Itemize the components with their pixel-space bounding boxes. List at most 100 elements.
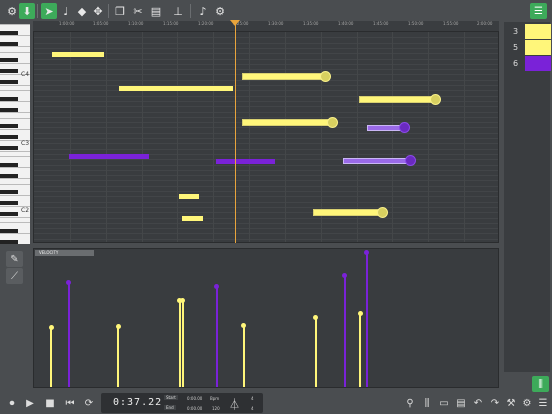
record-arrow-icon[interactable]: ⬇ — [19, 3, 35, 19]
tools-icon[interactable]: ⚒ — [503, 395, 519, 411]
black-key[interactable] — [0, 146, 18, 150]
velocity-handle[interactable] — [342, 273, 347, 278]
velocity-bar[interactable] — [366, 252, 368, 387]
velocity-handle[interactable] — [241, 323, 246, 328]
copy-icon[interactable]: ❐ — [112, 3, 128, 19]
midi-note[interactable] — [179, 194, 199, 199]
black-key[interactable] — [0, 96, 18, 101]
black-key[interactable] — [0, 239, 18, 244]
play-icon[interactable]: ▶ — [22, 395, 38, 411]
undo-icon[interactable]: ↶ — [470, 395, 486, 411]
midi-note[interactable] — [216, 159, 275, 164]
track-item[interactable]: 6 — [507, 56, 551, 71]
velocity-bar[interactable] — [182, 300, 184, 387]
record-icon[interactable]: ⏺ — [4, 395, 20, 411]
black-key[interactable] — [0, 228, 18, 233]
stop-icon[interactable]: ■ — [42, 395, 58, 411]
time-display[interactable]: 0:37.22 Start End 0:00.00 0:00.00 Bpm 12… — [101, 393, 263, 413]
velocity-bar[interactable] — [216, 287, 218, 387]
track-color-swatch[interactable] — [525, 56, 551, 71]
velocity-bar[interactable] — [179, 300, 181, 387]
menu-icon[interactable]: ☰ — [535, 395, 551, 411]
velocity-handle[interactable] — [214, 284, 219, 289]
time-signature-top[interactable]: 4 — [251, 396, 254, 401]
black-key[interactable] — [0, 212, 18, 216]
menu-icon[interactable]: ☰ — [530, 3, 547, 19]
black-key[interactable] — [0, 80, 18, 84]
velocity-handle[interactable] — [313, 315, 318, 320]
midi-note[interactable] — [119, 86, 233, 91]
quantize-icon[interactable]: ⊥ — [170, 3, 186, 19]
velocity-handle[interactable] — [49, 325, 54, 330]
velocity-bar[interactable] — [359, 313, 361, 387]
document-icon[interactable]: ▤ — [453, 395, 469, 411]
time-signature-bottom[interactable]: 4 — [251, 406, 254, 411]
mixer-icon[interactable]: ⫼ — [532, 376, 549, 392]
note-settings-icon[interactable]: ♪ — [195, 3, 211, 19]
black-key[interactable] — [0, 30, 18, 35]
midi-note-selected[interactable] — [343, 158, 411, 164]
black-key[interactable] — [0, 58, 18, 62]
playhead[interactable] — [235, 23, 236, 243]
track-item[interactable]: 3 — [507, 24, 551, 39]
velocity-lane[interactable]: VELOCITY — [33, 248, 499, 388]
track-item[interactable]: 5 — [507, 40, 551, 55]
note-resize-handle[interactable] — [327, 117, 338, 128]
eraser-icon[interactable]: ◆ — [74, 3, 90, 19]
track-color-swatch[interactable] — [525, 40, 551, 55]
black-key[interactable] — [0, 107, 18, 112]
velocity-bar[interactable] — [243, 325, 245, 387]
note-tool-icon[interactable]: ♩ — [58, 3, 74, 19]
keyboard-icon[interactable]: ▭ — [436, 395, 452, 411]
note-resize-handle[interactable] — [399, 122, 410, 133]
piano-roll-grid[interactable] — [33, 31, 499, 243]
piano-keyboard[interactable]: C4 C3 C2 — [0, 24, 30, 244]
tuner-icon[interactable]: ⚲ — [402, 395, 418, 411]
note-resize-handle[interactable] — [377, 207, 388, 218]
midi-note-selected[interactable] — [360, 97, 434, 102]
midi-note-selected[interactable] — [314, 210, 382, 215]
black-key[interactable] — [0, 173, 18, 178]
note-resize-handle[interactable] — [430, 94, 441, 105]
select-tool-icon[interactable]: ➤ — [41, 3, 57, 19]
velocity-bar[interactable] — [50, 327, 52, 387]
rewind-icon[interactable]: ⏮ — [62, 395, 78, 411]
velocity-bar[interactable] — [117, 326, 119, 387]
black-key[interactable] — [0, 201, 18, 205]
playhead-marker-icon[interactable] — [230, 20, 240, 26]
black-key[interactable] — [0, 124, 18, 128]
gear-icon[interactable]: ⚙ — [212, 3, 228, 19]
cut-icon[interactable]: ✂ — [130, 3, 146, 19]
velocity-draw-icon[interactable]: ✎ — [6, 251, 23, 267]
velocity-handle[interactable] — [116, 324, 121, 329]
midi-note-selected[interactable] — [243, 74, 325, 79]
midi-note[interactable] — [69, 154, 149, 159]
metronome-icon[interactable]: ⏃ — [229, 396, 240, 412]
bpm-value[interactable]: 120 — [212, 406, 220, 411]
midi-note[interactable] — [182, 216, 203, 221]
black-key[interactable] — [0, 69, 18, 73]
loop-icon[interactable]: ⟳ — [81, 395, 97, 411]
start-value[interactable]: 0:00.00 — [187, 396, 202, 401]
velocity-handle[interactable] — [66, 280, 71, 285]
end-value[interactable]: 0:00.00 — [187, 406, 202, 411]
redo-icon[interactable]: ↷ — [487, 395, 503, 411]
eq-icon[interactable]: ⫼ — [419, 395, 435, 411]
black-key[interactable] — [0, 190, 18, 194]
velocity-handle[interactable] — [364, 250, 369, 255]
timeline-ruler[interactable]: 1:00:00 1:05:00 1:10:00 1:15:00 1:20:00 … — [33, 21, 499, 31]
velocity-handle[interactable] — [180, 298, 185, 303]
move-icon[interactable]: ✥ — [90, 3, 106, 19]
black-key[interactable] — [0, 41, 18, 46]
midi-note[interactable] — [52, 52, 104, 57]
midi-note-selected[interactable] — [243, 120, 333, 125]
settings-icon[interactable]: ⚙ — [4, 3, 20, 19]
velocity-bar[interactable] — [315, 317, 317, 387]
settings-icon[interactable]: ⚙ — [519, 395, 535, 411]
velocity-bar[interactable] — [68, 283, 70, 387]
black-key[interactable] — [0, 162, 18, 167]
black-key[interactable] — [0, 135, 18, 139]
velocity-handle[interactable] — [358, 311, 363, 316]
note-resize-handle[interactable] — [405, 155, 416, 166]
velocity-bar[interactable] — [344, 275, 346, 387]
